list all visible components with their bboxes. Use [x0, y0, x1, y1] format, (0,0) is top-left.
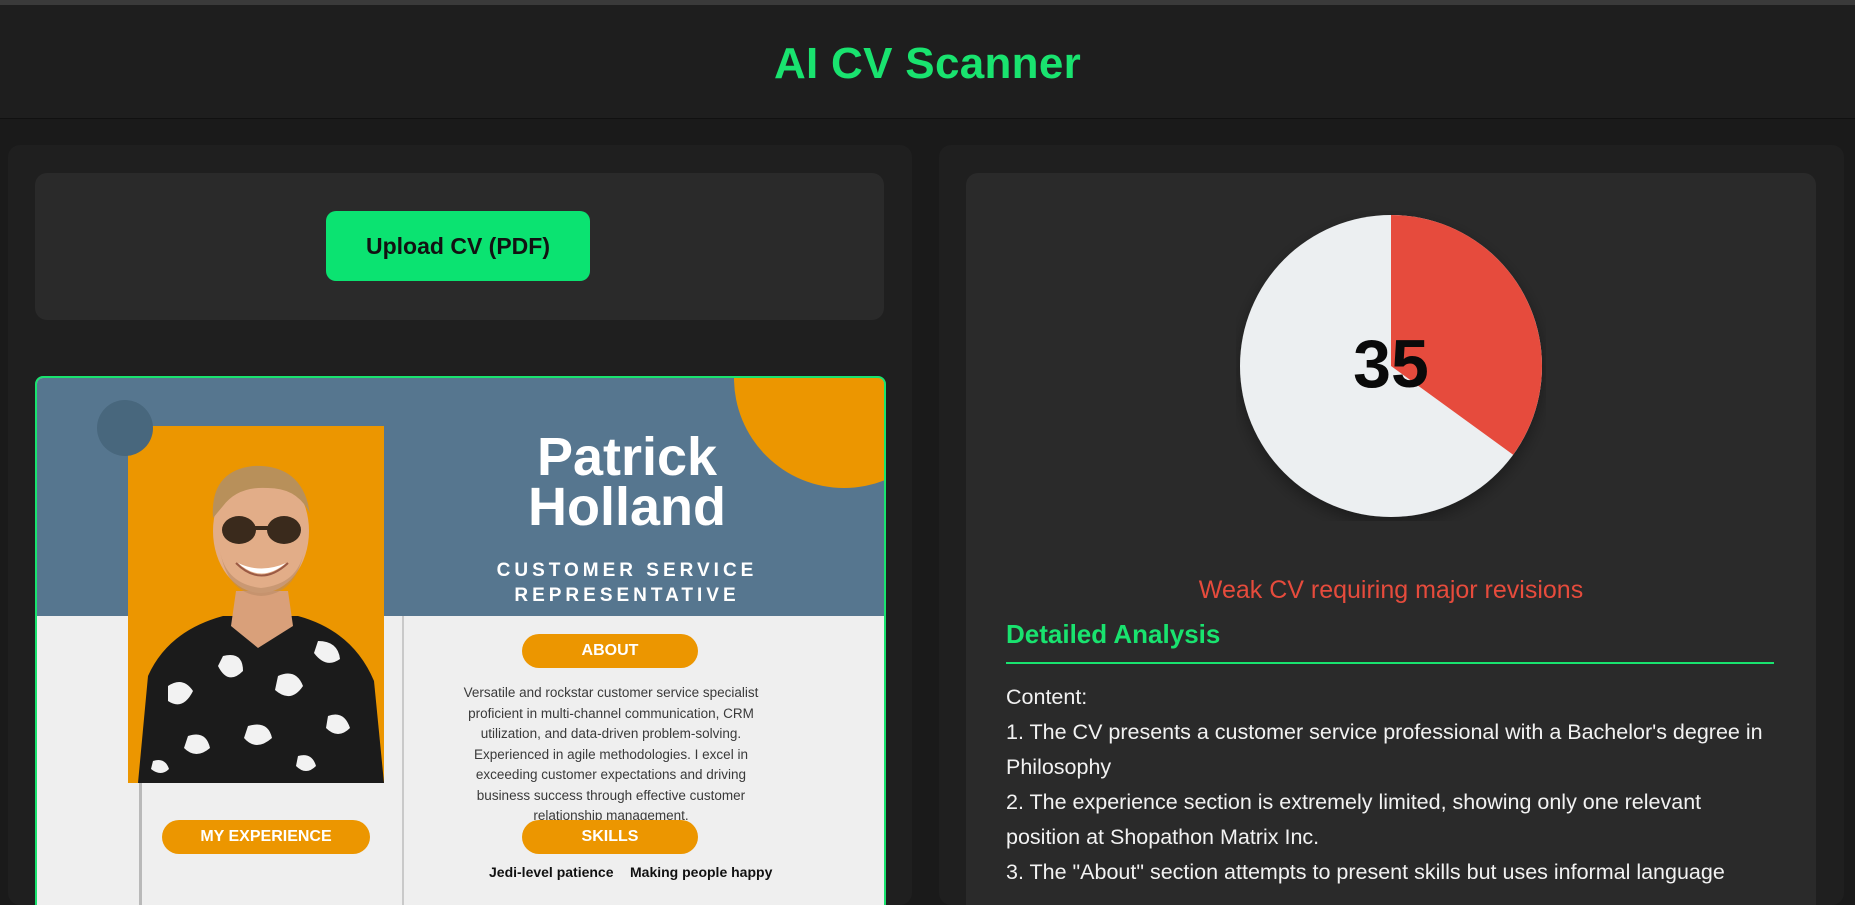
analysis-divider: [1006, 662, 1774, 664]
analysis-body: Content: 1. The CV presents a customer s…: [1006, 680, 1776, 890]
score-verdict: Weak CV requiring major revisions: [1198, 576, 1584, 604]
cv-role-line-1: CUSTOMER SERVICE: [496, 560, 758, 581]
score-value: 35: [1353, 326, 1429, 402]
result-card: 35 Weak CV requiring major revisions Det…: [966, 173, 1816, 905]
cv-role-line-2: REPRESENTATIVE: [514, 585, 740, 606]
cv-about-text: Versatile and rockstar customer service …: [463, 685, 759, 823]
cv-name: Patrick Holland: [457, 427, 797, 537]
cv-decor-dot: [97, 400, 153, 456]
cv-about-heading: ABOUT: [522, 634, 698, 668]
cv-skill: Jedi-level patience: [489, 864, 614, 880]
cv-role: CUSTOMER SERVICE REPRESENTATIVE: [457, 558, 797, 608]
cv-last-name: Holland: [528, 477, 726, 537]
analysis-line: Content:: [1006, 685, 1088, 709]
cv-profile-photo: [128, 426, 384, 783]
analysis-line: 2. The experience section is extremely l…: [1006, 790, 1702, 849]
upload-panel: Upload CV (PDF) Patrick Holland CUSTOMER…: [8, 145, 912, 905]
cv-skill: Making people happy: [630, 864, 773, 880]
cv-experience-heading: MY EXPERIENCE: [162, 820, 370, 854]
app-title: AI CV Scanner: [773, 39, 1082, 88]
analysis-title: Detailed Analysis: [1006, 619, 1221, 649]
cv-preview: Patrick Holland CUSTOMER SERVICE REPRESE…: [35, 376, 886, 905]
upload-card: Upload CV (PDF): [35, 173, 884, 320]
score-pie-chart: 35: [1240, 215, 1542, 517]
upload-cv-button[interactable]: Upload CV (PDF): [326, 211, 590, 281]
cv-skills-heading: SKILLS: [522, 820, 698, 854]
results-panel: 35 Weak CV requiring major revisions Det…: [939, 145, 1844, 905]
analysis-line: 1. The CV presents a customer service pr…: [1006, 720, 1763, 779]
app-header: AI CV Scanner: [0, 5, 1855, 119]
person-photo-icon: [138, 465, 384, 783]
cv-divider: [402, 616, 404, 905]
cv-first-name: Patrick: [536, 427, 718, 487]
analysis-line: 3. The "About" section attempts to prese…: [1006, 860, 1725, 884]
